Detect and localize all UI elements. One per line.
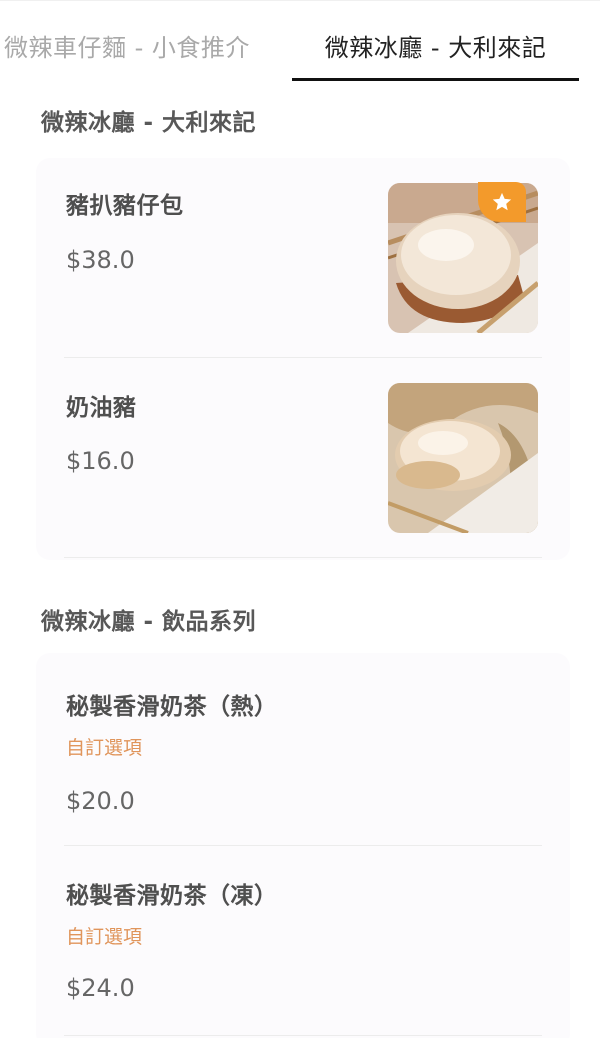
section-title-cafe: 微辣冰廳 - 大利來記 bbox=[41, 110, 257, 136]
menu-card-drinks: 秘製香滑奶茶（熱） 自訂選項 $20.0 秘製香滑奶茶（凍） 自訂選項 $24.… bbox=[36, 653, 570, 1038]
item-name: 秘製香滑奶茶（熱） bbox=[66, 694, 278, 720]
menu-item[interactable]: 秘製香滑奶茶（熱） 自訂選項 $20.0 bbox=[64, 653, 542, 846]
item-name: 秘製香滑奶茶（凍） bbox=[66, 883, 278, 909]
item-price: $20.0 bbox=[66, 787, 135, 815]
item-price: $24.0 bbox=[66, 974, 135, 1002]
recommended-badge bbox=[478, 182, 526, 222]
divider bbox=[64, 557, 542, 558]
item-price: $16.0 bbox=[66, 447, 135, 475]
menu-item[interactable]: 奶油豬 $16.0 bbox=[64, 358, 542, 558]
tab-snacks[interactable]: 微辣車仔麵 - 小食推介 bbox=[4, 1, 250, 88]
item-price: $38.0 bbox=[66, 246, 135, 274]
active-tab-indicator bbox=[292, 78, 579, 81]
menu-item[interactable]: 豬扒豬仔包 $38.0 bbox=[64, 158, 542, 358]
customize-option-label[interactable]: 自訂選項 bbox=[66, 733, 142, 760]
item-name: 豬扒豬仔包 bbox=[66, 193, 184, 219]
customize-option-label[interactable]: 自訂選項 bbox=[66, 922, 142, 949]
menu-item[interactable]: 秘製香滑奶茶（凍） 自訂選項 $24.0 bbox=[64, 846, 542, 1036]
category-tab-bar: 微辣車仔麵 - 小食推介 微辣冰廳 - 大利來記 bbox=[0, 0, 600, 88]
section-title-drinks: 微辣冰廳 - 飲品系列 bbox=[41, 609, 257, 635]
tab-cafe-label: 微辣冰廳 - 大利來記 bbox=[324, 33, 547, 62]
tab-cafe[interactable]: 微辣冰廳 - 大利來記 bbox=[292, 1, 579, 88]
star-icon bbox=[492, 192, 512, 211]
item-photo[interactable] bbox=[388, 383, 538, 533]
item-name: 奶油豬 bbox=[66, 395, 137, 421]
tab-snacks-label: 微辣車仔麵 - 小食推介 bbox=[4, 33, 250, 62]
divider bbox=[64, 1035, 542, 1036]
